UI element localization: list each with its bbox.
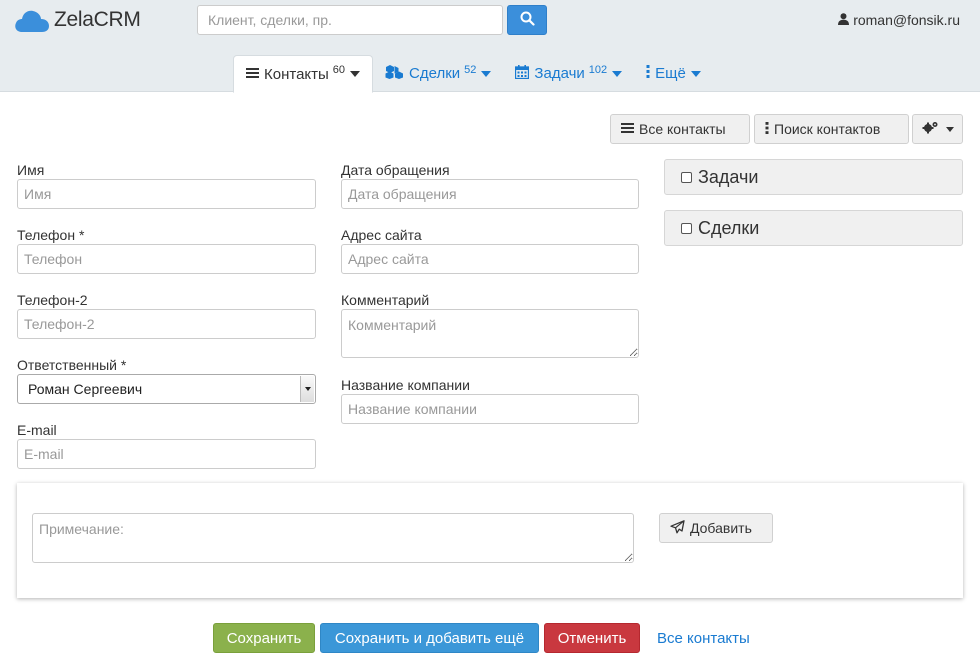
responsible-value: Роман Сергеевич [28, 381, 143, 397]
phone2-label: Телефон-2 [17, 292, 88, 308]
deals-panel[interactable]: Сделки [664, 210, 963, 246]
user-menu[interactable]: roman@fonsik.ru [838, 12, 960, 28]
name-field[interactable] [17, 179, 316, 209]
deals-checkbox[interactable] [681, 222, 692, 234]
button-label: Все контакты [639, 121, 726, 137]
phone-field[interactable] [17, 244, 316, 274]
button-label: Поиск контактов [774, 121, 881, 137]
tab-contacts[interactable]: Контакты 60 [233, 55, 374, 93]
cubes-icon [385, 64, 409, 83]
user-email: roman@fonsik.ru [853, 12, 960, 28]
gears-icon [922, 121, 945, 137]
search-icon [520, 11, 535, 29]
phone-label: Телефон * [17, 227, 85, 243]
company-label: Название компании [341, 377, 470, 393]
search-button[interactable] [507, 5, 547, 35]
tab-label: Сделки [409, 65, 461, 82]
button-label: Добавить [690, 520, 752, 536]
cloud-icon [13, 6, 50, 34]
phone2-field[interactable] [17, 309, 316, 339]
all-contacts-link[interactable]: Все контакты [657, 630, 750, 647]
caret-down-icon [690, 70, 701, 77]
tasks-panel-label: Задачи [698, 166, 759, 187]
tab-more[interactable]: Ещё [634, 55, 713, 92]
deals-panel-label: Сделки [698, 217, 760, 238]
tab-deals[interactable]: Сделки 52 [373, 55, 503, 92]
search-contacts-button[interactable]: Поиск контактов [754, 114, 909, 144]
calendar-icon [515, 64, 534, 83]
select-arrow-icon [300, 376, 314, 402]
note-box: Добавить [17, 483, 963, 598]
save-and-add-button[interactable]: Сохранить и добавить ещё [320, 623, 539, 653]
list-icon [246, 66, 264, 83]
tab-label: Ещё [655, 65, 686, 82]
main-tabs: Контакты 60 Сделки 52 Задачи 102 Ещё [233, 55, 713, 93]
logo[interactable]: ZelaCRM [13, 6, 141, 34]
add-note-button[interactable]: Добавить [659, 513, 773, 543]
caret-down-icon [350, 71, 361, 77]
email-label: E-mail [17, 422, 57, 438]
tab-label: Задачи [534, 65, 585, 82]
request-date-label: Дата обращения [341, 162, 450, 178]
responsible-label: Ответственный * [17, 357, 127, 373]
tab-tasks[interactable]: Задачи 102 [503, 55, 634, 92]
caret-down-icon [945, 126, 954, 132]
note-field[interactable] [32, 513, 634, 563]
responsible-select[interactable]: Роман Сергеевич [17, 374, 316, 404]
vertical-ellipsis-icon [646, 65, 655, 82]
caret-down-icon [612, 70, 623, 77]
list-icon [621, 121, 639, 137]
tasks-checkbox[interactable] [681, 171, 692, 183]
caret-down-icon [481, 70, 492, 77]
tab-label: Контакты [264, 65, 329, 83]
paper-plane-icon [670, 519, 690, 537]
user-icon [838, 12, 853, 28]
tab-count: 102 [588, 63, 608, 76]
company-field[interactable] [341, 394, 639, 424]
all-contacts-button[interactable]: Все контакты [610, 114, 750, 144]
comment-field[interactable] [341, 309, 639, 358]
website-label: Адрес сайта [341, 227, 422, 243]
comment-label: Комментарий [341, 292, 430, 308]
name-label: Имя [17, 162, 45, 178]
logo-text: ZelaCRM [54, 8, 141, 31]
settings-button[interactable] [912, 114, 963, 144]
email-field[interactable] [17, 439, 316, 469]
request-date-field[interactable] [341, 179, 639, 209]
vertical-ellipsis-icon [765, 121, 774, 137]
cancel-button[interactable]: Отменить [544, 623, 640, 653]
search-input[interactable] [197, 5, 503, 35]
tab-count: 52 [464, 63, 477, 76]
tasks-panel[interactable]: Задачи [664, 159, 963, 195]
website-field[interactable] [341, 244, 639, 274]
save-button[interactable]: Сохранить [213, 623, 315, 653]
top-header: ZelaCRM roman@fonsik.ru Контакты 60 [0, 0, 980, 93]
tab-count: 60 [332, 64, 346, 76]
